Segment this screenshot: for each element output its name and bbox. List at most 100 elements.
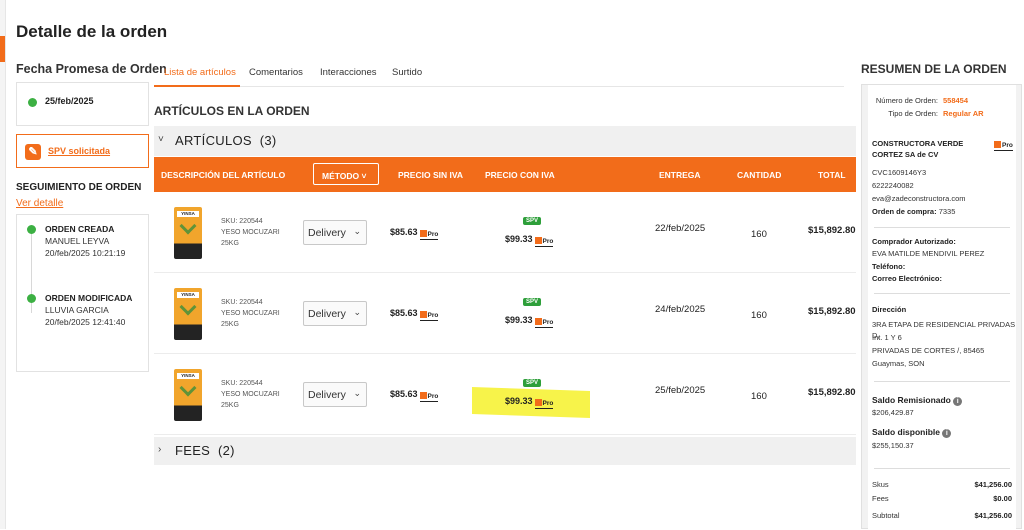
empresa-name: CONSTRUCTORA VERDE CORTEZ SA de CV [872,139,964,159]
product-description: SKU: 220544 YESO MOCUZARI 25KG [221,218,280,247]
saldo-disponible-value: $255,150.37 [872,441,914,450]
timeline-dot-icon [27,225,36,234]
tab-lista-articulos[interactable]: Lista de artículos [164,67,236,78]
tab-bar: Lista de artículos Comentarios Interacci… [154,63,844,87]
spv-badge: SPV [523,217,542,225]
event-datetime: 20/feb/2025 10:21:19 [45,248,126,258]
precio-con-iva: $99.33 Pro [505,396,554,409]
event-datetime: 20/feb/2025 12:41:40 [45,317,126,327]
pro-badge-icon: Pro [994,141,1013,151]
col-precio-con-iva: PRECIO CON IVA [485,170,555,180]
email: eva@zadeconstructora.com [872,194,966,203]
status-dot-icon [28,98,37,107]
fees-group-header[interactable]: › FEES (2) [154,437,856,465]
articulos-group-label: ARTÍCULOS (3) [175,133,277,148]
metodo-select[interactable]: Delivery ⌄ [303,301,367,326]
pro-badge-icon: Pro [419,392,439,402]
left-nav-strip [0,0,6,529]
orden-compra: Orden de compra: 7335 [872,207,956,216]
cantidad-value: 160 [751,310,767,321]
articulos-group-header[interactable]: ˅ ARTÍCULOS (3) [154,126,856,156]
active-tab-indicator [154,85,240,87]
timeline-dot-icon [27,294,36,303]
spv-badge: SPV [523,379,542,387]
direccion-line: Guaymas, SON [872,359,925,368]
nav-active-marker [0,36,5,62]
direccion-line: PRIVADAS DE CORTES /, 85465 [872,346,985,355]
chevron-right-icon: › [158,444,162,455]
entrega-date: 25/feb/2025 [655,385,706,396]
direccion-line: Int. 1 Y 6 [872,333,902,342]
ver-detalle-link[interactable]: Ver detalle [16,198,63,209]
info-icon: i [953,397,963,406]
precio-con-iva: $99.33 Pro [505,315,554,328]
total-value: $15,892.80 [808,306,856,317]
product-description: SKU: 220544 YESO MOCUZARI 25KG [221,299,280,328]
entrega-date: 24/feb/2025 [655,304,706,315]
divider [874,293,1010,294]
precio-sin-iva: $85.63 Pro [390,308,439,321]
chevron-down-icon: ⌄ [353,226,361,236]
divider [874,381,1010,382]
product-image: YINSA [174,288,202,340]
comprador-label: Comprador Autorizado: [872,237,956,246]
spv-solicitada-button[interactable]: ✎ SPV solicitada [16,134,149,168]
col-total: TOTAL [818,170,846,180]
col-descripcion: DESCRIPCIÓN DEL ARTÍCULO [161,170,286,180]
product-image: YINSA [174,207,202,259]
fecha-promesa-value: 25/feb/2025 [45,96,94,106]
tab-comentarios[interactable]: Comentarios [249,67,303,78]
saldo-remisionado-value: $206,429.87 [872,408,914,417]
rfc: CVC1609146Y3 [872,168,927,177]
metodo-filter-button[interactable]: MÉTODO ˅ [313,163,379,185]
fecha-promesa-title: Fecha Promesa de Orden [16,62,167,76]
event-user: LLUVIA GARCIA [45,305,109,315]
metodo-select[interactable]: Delivery ⌄ [303,220,367,245]
product-logo: YINSA [177,292,199,298]
numero-orden-label: Número de Orden: [875,96,938,105]
spv-solicitada-label: SPV solicitada [48,146,111,156]
totals-value: $0.00 [993,494,1012,503]
telefono-label: Teléfono: [872,262,906,271]
fecha-promesa-card: 25/feb/2025 [16,82,149,126]
totals-label: Skus [872,480,889,489]
totals-label: Fees [872,494,889,503]
saldo-remisionado-label: Saldo Remisionado i [872,395,963,406]
pro-badge-icon: Pro [419,230,439,240]
fees-group-label: FEES (2) [175,443,235,458]
table-row: YINSA SKU: 220544 YESO MOCUZARI 25KG Deliv… [154,193,856,273]
pro-badge-icon: Pro [534,399,554,409]
pro-badge-icon: Pro [534,237,554,247]
precio-con-iva: $99.33 Pro [505,234,554,247]
col-entrega: ENTREGA [659,170,701,180]
event-title: ORDEN MODIFICADA [45,293,133,303]
telefono: 6222240082 [872,181,914,190]
pro-badge-icon: Pro [419,311,439,321]
table-row: YINSA SKU: 220544 YESO MOCUZARI 25KG Deliv… [154,355,856,435]
divider [874,468,1010,469]
numero-orden-value: 558454 [943,96,969,105]
timeline-event: ORDEN CREADA MANUEL LEYVA 20/feb/2025 10… [45,223,125,259]
direccion-label: Dirección [872,305,907,314]
entrega-date: 22/feb/2025 [655,223,706,234]
comprador-value: EVA MATILDE MENDIVIL PEREZ [872,249,985,258]
chevron-down-icon: ⌄ [353,307,361,317]
metodo-select[interactable]: Delivery ⌄ [303,382,367,407]
timeline-card: ORDEN CREADA MANUEL LEYVA 20/feb/2025 10… [16,214,149,372]
totals-value: $41,256.00 [974,511,1012,520]
event-title: ORDEN CREADA [45,224,115,234]
table-header: DESCRIPCIÓN DEL ARTÍCULO MÉTODO ˅ PRECIO… [154,157,856,192]
chevron-down-icon: ⌄ [353,388,361,398]
resumen-panel: Número de Orden: 558454 Tipo de Orden: R… [861,84,1022,530]
product-description: SKU: 220544 YESO MOCUZARI 25KG [221,380,280,409]
saldo-disponible-label: Saldo disponible i [872,427,952,438]
pro-badge-icon: Pro [534,318,554,328]
tipo-orden-label: Tipo de Orden: [888,109,938,118]
product-logo: YINSA [177,211,199,217]
event-user: MANUEL LEYVA [45,236,110,246]
tab-interacciones[interactable]: Interacciones [320,67,377,78]
chevron-down-icon: ˅ [158,134,164,145]
page-title: Detalle de la orden [16,22,168,41]
precio-sin-iva: $85.63 Pro [390,389,439,402]
tab-surtido[interactable]: Surtido [392,67,422,78]
